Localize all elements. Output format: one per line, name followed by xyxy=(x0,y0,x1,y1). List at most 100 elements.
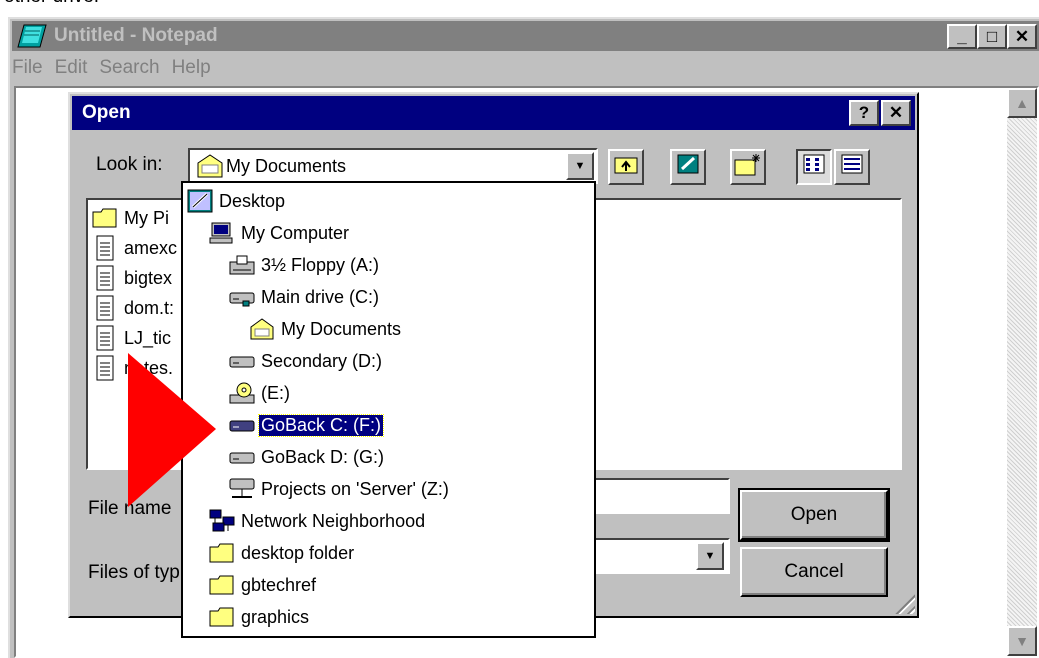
dropdown-item-graphics[interactable]: graphics xyxy=(209,603,311,631)
list-item[interactable]: amexc xyxy=(92,234,177,262)
minimize-icon: _ xyxy=(957,26,967,46)
notepad-menu-bar: File Edit Search Help xyxy=(12,53,221,83)
dropdown-item-label: gbtechref xyxy=(241,574,317,595)
dropdown-item-label: GoBack D: (G:) xyxy=(261,446,385,467)
scroll-up-button[interactable]: ▲ xyxy=(1007,88,1037,118)
list-item[interactable]: dom.t: xyxy=(92,294,174,322)
open-dialog-title-bar[interactable]: Open ? ✕ xyxy=(72,96,915,130)
file-name: amexc xyxy=(124,237,178,258)
dropdown-item-label: (E:) xyxy=(261,382,290,403)
dropdown-item-label: Secondary (D:) xyxy=(261,350,383,371)
menu-edit[interactable]: Edit xyxy=(55,57,88,79)
dropdown-item-desktop[interactable]: Desktop xyxy=(187,187,287,215)
dropdown-item-e-drive[interactable]: (E:) xyxy=(229,379,292,407)
menu-help[interactable]: Help xyxy=(172,57,211,79)
folder-icon xyxy=(209,604,235,630)
text-file-icon xyxy=(92,295,118,321)
files-of-type-dropdown-button[interactable]: ▼ xyxy=(696,542,724,570)
desktop-toolbar-button[interactable] xyxy=(670,149,706,185)
pointer-arrow-icon xyxy=(128,353,216,507)
list-item[interactable]: My Pi xyxy=(92,204,169,232)
dropdown-item-label: Projects on 'Server' (Z:) xyxy=(261,478,449,499)
dropdown-item-goback-c[interactable]: GoBack C: (F:) xyxy=(229,411,385,439)
network-drive-icon xyxy=(229,476,255,502)
notepad-app-icon xyxy=(16,23,48,49)
up-one-level-button[interactable] xyxy=(608,149,644,185)
dropdown-item-my-documents[interactable]: My Documents xyxy=(249,315,403,343)
chevron-down-icon: ▼ xyxy=(574,160,586,172)
dropdown-item-label: Main drive (C:) xyxy=(261,286,380,307)
close-icon: ✕ xyxy=(1014,26,1030,46)
caption-text: other drive. xyxy=(4,0,99,8)
desktop-icon xyxy=(187,188,213,214)
open-dialog-title: Open xyxy=(82,102,131,123)
help-icon: ? xyxy=(858,103,870,122)
hard-drive-icon xyxy=(229,348,255,374)
dropdown-item-label: 3½ Floppy (A:) xyxy=(261,254,380,275)
hard-drive-icon xyxy=(229,284,255,310)
dropdown-item-network-neighborhood[interactable]: Network Neighborhood xyxy=(209,507,427,535)
look-in-combo[interactable]: My Documents ▼ xyxy=(188,148,598,184)
dialog-close-button[interactable]: ✕ xyxy=(881,100,911,126)
scroll-up-icon: ▲ xyxy=(1015,95,1029,111)
dialog-title-controls: ? ✕ xyxy=(849,100,911,126)
text-file-icon xyxy=(92,325,118,351)
dropdown-item-label: Desktop xyxy=(219,190,286,211)
menu-file[interactable]: File xyxy=(12,57,43,79)
list-view-button[interactable] xyxy=(796,149,832,185)
folder-icon xyxy=(209,572,235,598)
dropdown-item-label: Network Neighborhood xyxy=(241,510,426,531)
file-name: bigtex xyxy=(124,267,173,288)
cd-drive-icon xyxy=(229,380,255,406)
text-file-icon xyxy=(92,265,118,291)
look-in-dropdown-button[interactable]: ▼ xyxy=(566,152,594,180)
dropdown-item-floppy[interactable]: 3½ Floppy (A:) xyxy=(229,251,381,279)
look-in-value: My Documents xyxy=(226,155,347,176)
hard-drive-icon xyxy=(229,444,255,470)
file-name: dom.t: xyxy=(124,297,175,318)
help-button[interactable]: ? xyxy=(849,100,879,126)
up-folder-icon xyxy=(614,154,638,180)
file-name: My Pi xyxy=(124,207,169,228)
floppy-drive-icon xyxy=(229,252,255,278)
maximize-icon: □ xyxy=(986,26,998,46)
list-view-icon xyxy=(803,154,825,180)
vertical-scrollbar[interactable]: ▲ ▼ xyxy=(1007,88,1037,656)
dropdown-item-label: My Documents xyxy=(281,318,402,339)
details-view-icon xyxy=(841,154,863,180)
cancel-button[interactable]: Cancel xyxy=(740,547,888,597)
close-icon: ✕ xyxy=(888,103,904,122)
dropdown-item-my-computer[interactable]: My Computer xyxy=(209,219,351,247)
computer-icon xyxy=(209,220,235,246)
dropdown-item-secondary[interactable]: Secondary (D:) xyxy=(229,347,384,375)
hard-drive-icon xyxy=(229,412,255,438)
dropdown-item-label: My Computer xyxy=(241,222,350,243)
files-of-type-label: Files of typ xyxy=(88,562,180,583)
close-button[interactable]: ✕ xyxy=(1007,24,1037,49)
open-button[interactable]: Open xyxy=(738,488,890,542)
scroll-down-button[interactable]: ▼ xyxy=(1007,626,1037,656)
chevron-down-icon: ▼ xyxy=(704,550,716,562)
create-new-folder-button[interactable] xyxy=(730,149,766,185)
desktop-icon xyxy=(676,153,700,181)
notepad-title: Untitled - Notepad xyxy=(54,25,218,46)
dropdown-item-projects-server[interactable]: Projects on 'Server' (Z:) xyxy=(229,475,451,503)
menu-search[interactable]: Search xyxy=(99,57,159,79)
text-file-icon xyxy=(92,235,118,261)
list-item[interactable]: bigtex xyxy=(92,264,172,292)
notepad-title-bar[interactable]: Untitled - Notepad _ □ ✕ xyxy=(12,21,1039,51)
dropdown-item-main-drive[interactable]: Main drive (C:) xyxy=(229,283,381,311)
minimize-button[interactable]: _ xyxy=(947,24,977,49)
dropdown-item-goback-d[interactable]: GoBack D: (G:) xyxy=(229,443,386,471)
maximize-button[interactable]: □ xyxy=(977,24,1007,49)
my-documents-icon xyxy=(249,316,275,342)
look-in-dropdown-list[interactable]: Desktop My Computer 3½ Floppy (A:) Main … xyxy=(181,181,596,638)
notepad-window-controls: _ □ ✕ xyxy=(947,24,1037,49)
resize-grip-icon[interactable] xyxy=(891,590,915,614)
details-view-button[interactable] xyxy=(834,149,870,185)
dropdown-item-label: graphics xyxy=(241,606,310,627)
scroll-down-icon: ▼ xyxy=(1015,633,1029,649)
dropdown-item-gbtechref[interactable]: gbtechref xyxy=(209,571,318,599)
dropdown-item-label: GoBack C: (F:) xyxy=(257,413,385,437)
dropdown-item-desktop-folder[interactable]: desktop folder xyxy=(209,539,356,567)
